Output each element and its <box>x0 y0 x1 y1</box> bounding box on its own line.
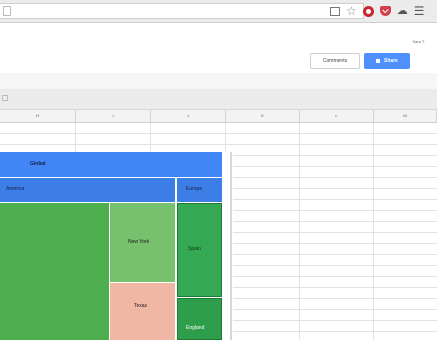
share-label: Share <box>384 58 398 64</box>
reader-view-icon[interactable] <box>330 6 340 16</box>
menu-bar <box>0 73 437 89</box>
treemap-node-global[interactable]: Global <box>0 152 222 177</box>
ublock-icon[interactable] <box>362 5 374 17</box>
treemap-label-england: England <box>186 325 205 331</box>
hamburger-menu-icon[interactable]: ☰ <box>414 5 425 17</box>
column-header-h[interactable]: H <box>0 110 76 122</box>
treemap-label-texas: Texas <box>134 303 148 309</box>
chart-border <box>230 152 232 340</box>
browser-icons: ☆ ☁ ☰ <box>330 4 425 18</box>
treemap-node-europe[interactable]: Europe <box>177 178 222 202</box>
treemap-node-england[interactable]: England <box>177 298 222 340</box>
treemap-label-europe: Europe <box>186 186 203 192</box>
sheets-header: Sara T. Comments Share <box>0 23 437 73</box>
share-button[interactable]: Share <box>364 53 410 69</box>
toolbar-icon[interactable] <box>2 95 8 101</box>
column-header-j[interactable]: J <box>151 110 226 122</box>
treemap-label-global: Global <box>30 161 46 167</box>
formula-toolbar <box>0 89 437 110</box>
column-header-l[interactable]: L <box>300 110 374 122</box>
treemap-node-new-york[interactable]: New York <box>110 203 175 282</box>
column-header-k[interactable]: K <box>226 110 300 122</box>
lock-icon <box>376 58 381 63</box>
column-header-i[interactable]: I <box>76 110 151 122</box>
user-label[interactable]: Sara T. <box>412 39 425 44</box>
address-bar[interactable] <box>0 3 364 19</box>
column-header-m[interactable]: M <box>374 110 437 122</box>
treemap-node-usa[interactable] <box>0 203 109 340</box>
treemap-label-new-york: New York <box>128 239 150 245</box>
sync-cloud-icon[interactable]: ☁ <box>397 5 408 17</box>
treemap-node-spain[interactable]: Spain <box>177 203 222 297</box>
comments-button[interactable]: Comments <box>310 53 360 69</box>
column-header-row: H I J K L M <box>0 110 437 123</box>
treemap-node-texas[interactable]: Texas <box>110 283 175 340</box>
treemap-label-america: America <box>6 186 25 192</box>
page-icon <box>3 6 11 16</box>
pocket-icon[interactable] <box>379 6 391 16</box>
treemap-node-america[interactable]: America <box>0 178 175 202</box>
treemap-chart[interactable]: Global America Europe New York Texas Spa… <box>0 152 233 340</box>
bookmark-star-icon[interactable]: ☆ <box>346 5 357 17</box>
browser-toolbar: ☆ ☁ ☰ <box>0 0 437 23</box>
treemap-label-spain: Spain <box>188 246 201 252</box>
